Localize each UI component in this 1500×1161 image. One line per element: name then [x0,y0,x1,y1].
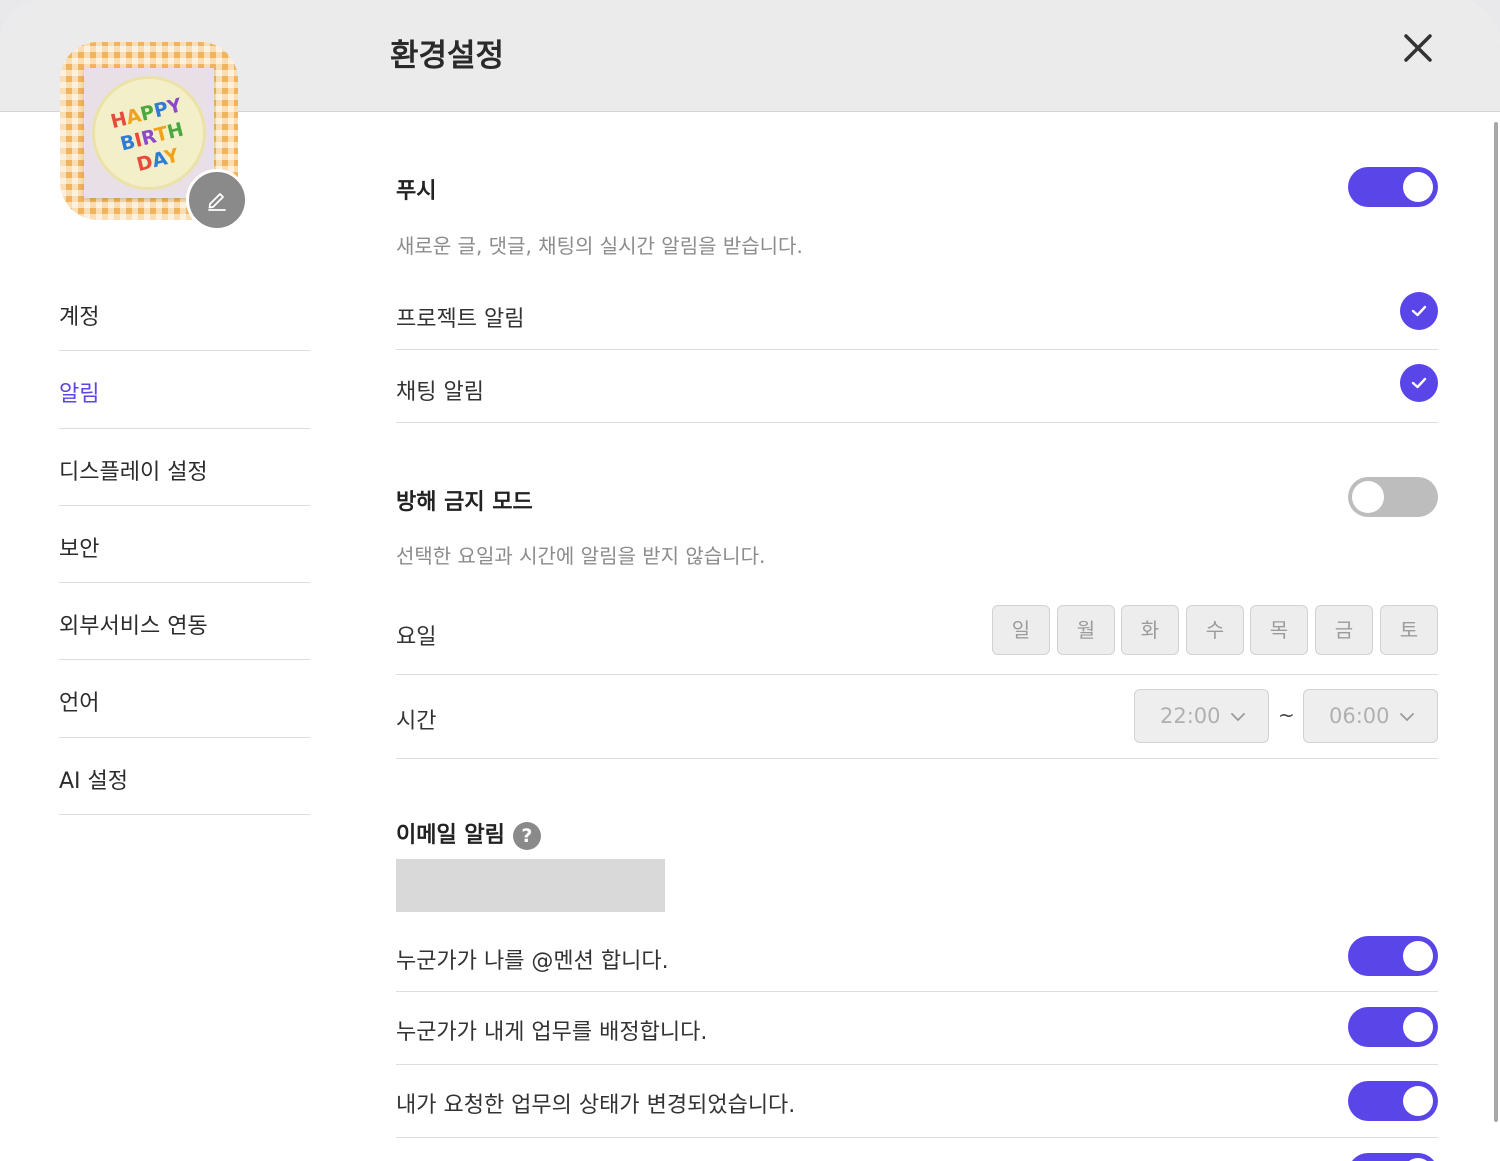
nav-item-account[interactable]: 계정 [59,274,310,352]
pencil-icon [208,193,226,211]
nav-item-label: 알림 [59,382,100,408]
nav-item-label: 언어 [59,691,100,717]
email-title: 이메일 알림 [396,823,505,848]
email-option-row: 내가 요청한 업무의 상태가 변경되었습니다. [396,1065,1438,1138]
avatar-letters: HAPPY BIRTH DAY [108,94,186,177]
toggle-knob [1403,1086,1433,1116]
dnd-title: 방해 금지 모드 [396,490,533,515]
nav-item-notifications[interactable]: 알림 [59,351,310,429]
project-notification-checkbox[interactable] [1400,292,1438,330]
next-option-toggle[interactable] [1348,1153,1438,1161]
toggle-knob [1403,1012,1433,1042]
nav-item-ai-settings[interactable]: AI 설정 [59,738,310,816]
email-option-label: 내가 요청한 업무의 상태가 변경되었습니다. [396,1093,796,1118]
dnd-time-row: 시간 22:00 ~ 06:00 [396,675,1438,759]
push-title: 푸시 [396,179,437,204]
push-description: 새로운 글, 댓글, 채팅의 실시간 알림을 받습니다. [396,234,803,258]
email-option-row: 누군가가 나를 @멘션 합니다. [396,920,1438,992]
assignment-notification-toggle[interactable] [1348,1007,1438,1047]
email-option-label: 누군가가 내게 업무를 배정합니다. [396,1020,708,1045]
checkmark-icon [1411,377,1427,389]
start-time-select[interactable]: 22:00 [1134,689,1269,743]
day-button-thu[interactable]: 목 [1250,605,1308,655]
email-option-row: 누군가가 내게 업무를 배정합니다. [396,992,1438,1065]
settings-window: 환경설정 HAPPY BIRTH DAY 계정 알림 디스플레이 설정 보안 외… [0,0,1500,1161]
nav-item-language[interactable]: 언어 [59,660,310,738]
nav-item-label: 보안 [59,536,100,562]
time-separator: ~ [1278,703,1295,727]
nav-item-label: 외부서비스 연동 [59,614,208,640]
nav-item-security[interactable]: 보안 [59,506,310,584]
toggle-knob [1403,941,1433,971]
settings-nav: 계정 알림 디스플레이 설정 보안 외부서비스 연동 언어 AI 설정 [59,274,310,816]
page-title: 환경설정 [390,38,505,74]
avatar-plate: HAPPY BIRTH DAY [92,76,206,190]
end-time-value: 06:00 [1329,704,1390,728]
checkmark-icon [1411,305,1427,317]
email-option-label: 누군가가 나를 @멘션 합니다. [396,949,669,974]
dnd-toggle[interactable] [1348,477,1438,517]
push-option-row: 프로젝트 알림 [396,276,1438,350]
email-section-header: 이메일 알림? [396,817,541,850]
day-button-mon[interactable]: 월 [1057,605,1115,655]
email-address-field [396,859,665,912]
scrollbar[interactable] [1494,122,1498,1122]
dnd-description: 선택한 요일과 시간에 알림을 받지 않습니다. [396,544,766,568]
chevron-down-icon [1231,713,1245,722]
mention-notification-toggle[interactable] [1348,936,1438,976]
status-change-notification-toggle[interactable] [1348,1081,1438,1121]
push-option-label: 채팅 알림 [396,380,484,405]
push-option-label: 프로젝트 알림 [396,307,525,332]
edit-avatar-button[interactable] [186,169,248,231]
nav-item-integrations[interactable]: 외부서비스 연동 [59,583,310,661]
nav-item-display[interactable]: 디스플레이 설정 [59,429,310,506]
day-button-sat[interactable]: 토 [1380,605,1438,655]
day-button-sun[interactable]: 일 [992,605,1050,655]
close-icon [1404,34,1432,62]
nav-item-label: 계정 [59,305,100,330]
question-icon[interactable]: ? [512,822,541,850]
push-option-row: 채팅 알림 [396,350,1438,423]
chevron-down-icon [1400,713,1414,722]
start-time-value: 22:00 [1160,704,1221,728]
day-button-wed[interactable]: 수 [1186,605,1244,655]
nav-item-label: 디스플레이 설정 [59,459,208,485]
time-label: 시간 [396,709,437,734]
dnd-days-row: 요일 일 월 화 수 목 금 토 [396,590,1438,675]
toggle-knob [1352,481,1384,513]
days-label: 요일 [396,625,437,650]
push-toggle[interactable] [1348,167,1438,207]
chat-notification-checkbox[interactable] [1400,364,1438,402]
toggle-knob [1403,172,1433,202]
day-button-fri[interactable]: 금 [1315,605,1373,655]
close-button[interactable] [1398,28,1438,68]
end-time-select[interactable]: 06:00 [1303,689,1438,743]
day-button-tue[interactable]: 화 [1121,605,1179,655]
nav-item-label: AI 설정 [59,768,129,794]
